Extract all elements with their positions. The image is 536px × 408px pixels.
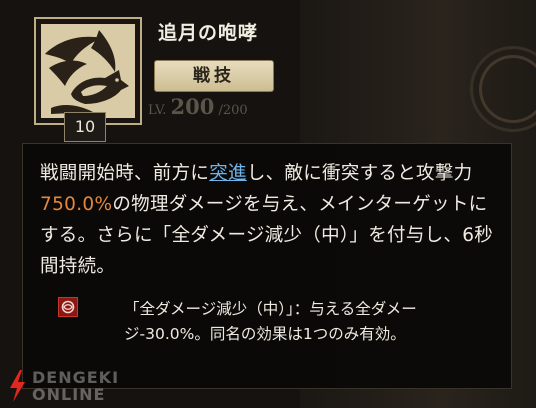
skill-name: 追月の咆哮 <box>158 22 259 44</box>
background-level: LV. 200 /200 <box>148 94 248 119</box>
effect-description: 「全ダメージ減少（中）」：与える全ダメージ-30.0%。同名の効果は1つのみ有効… <box>124 300 417 343</box>
description-text-2: し、敵に衝突すると攻撃力 <box>246 163 473 184</box>
fox-icon <box>41 24 135 118</box>
damage-reduction-icon <box>58 297 78 317</box>
skill-description: 戦闘開始時、前方に突進し、敵に衝突すると攻撃力750.0%の物理ダメージを与え、… <box>40 158 500 282</box>
lightning-icon <box>10 370 25 402</box>
background-level-prefix: LV. <box>148 103 167 118</box>
background-level-value: 200 <box>170 94 215 119</box>
description-damage-value: 750.0% <box>40 194 113 215</box>
description-keyword-link[interactable]: 突進 <box>209 163 247 184</box>
background-level-max: /200 <box>218 103 248 118</box>
skill-level-badge: 10 <box>64 112 106 142</box>
skill-type-badge: 戦技 <box>154 60 274 92</box>
description-text-1: 戦闘開始時、前方に <box>40 163 210 184</box>
skill-icon <box>34 17 142 125</box>
watermark-line-2: ONLINE <box>32 385 106 404</box>
dengeki-online-watermark: DENGEKI ONLINE <box>6 366 136 404</box>
